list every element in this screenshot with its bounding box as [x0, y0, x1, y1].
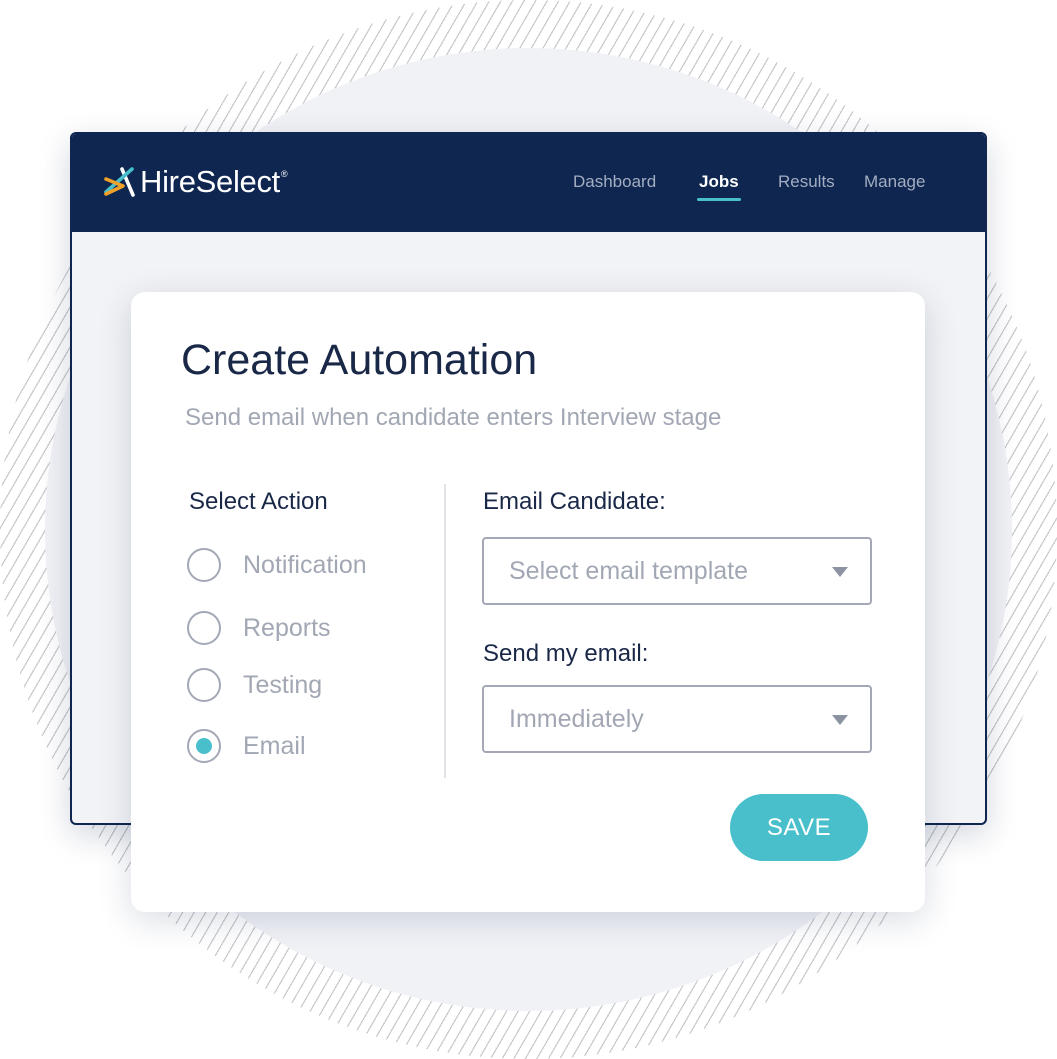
caret-down-icon: [832, 715, 848, 725]
registered-mark: ®: [281, 169, 288, 179]
send-timing-select[interactable]: Immediately: [482, 685, 872, 753]
nav-results[interactable]: Results: [778, 172, 835, 192]
save-button[interactable]: SAVE: [730, 794, 868, 861]
select-action-heading: Select Action: [189, 488, 328, 515]
send-timing-value: Immediately: [509, 705, 644, 733]
nav-dashboard[interactable]: Dashboard: [573, 172, 656, 192]
radio-button[interactable]: [187, 668, 221, 702]
email-template-select[interactable]: Select email template: [482, 537, 872, 605]
radio-label: Reports: [243, 613, 331, 642]
logo-wordmark: HireSelect: [140, 164, 280, 199]
card-subtitle: Send email when candidate enters Intervi…: [185, 404, 722, 431]
radio-label: Testing: [243, 670, 323, 699]
active-tab-indicator: [697, 198, 741, 201]
hireselect-logo[interactable]: HireSelect ®: [102, 162, 288, 202]
nav-jobs-label: Jobs: [699, 172, 739, 191]
radio-button[interactable]: [187, 548, 221, 582]
radio-button-checked[interactable]: [187, 729, 221, 763]
radio-button[interactable]: [187, 611, 221, 645]
email-candidate-label: Email Candidate:: [483, 488, 666, 515]
hireselect-x-logo-icon: [104, 167, 135, 197]
radio-label: Email: [243, 731, 306, 760]
radio-option-notification[interactable]: Notification: [187, 545, 367, 585]
top-navigation-bar: HireSelect ® Dashboard Jobs Results Manag…: [72, 134, 985, 232]
radio-option-email[interactable]: Email: [187, 726, 306, 766]
radio-option-testing[interactable]: Testing: [187, 665, 322, 705]
nav-manage[interactable]: Manage: [864, 172, 925, 192]
caret-down-icon: [832, 567, 848, 577]
nav-jobs[interactable]: Jobs: [697, 172, 741, 201]
card-title: Create Automation: [181, 336, 538, 384]
email-template-value: Select email template: [509, 557, 749, 585]
create-automation-card: Create Automation Send email when candid…: [131, 292, 925, 912]
send-my-email-label: Send my email:: [483, 640, 649, 667]
radio-option-reports[interactable]: Reports: [187, 608, 331, 648]
radio-label: Notification: [243, 550, 367, 579]
column-divider: [444, 484, 446, 778]
